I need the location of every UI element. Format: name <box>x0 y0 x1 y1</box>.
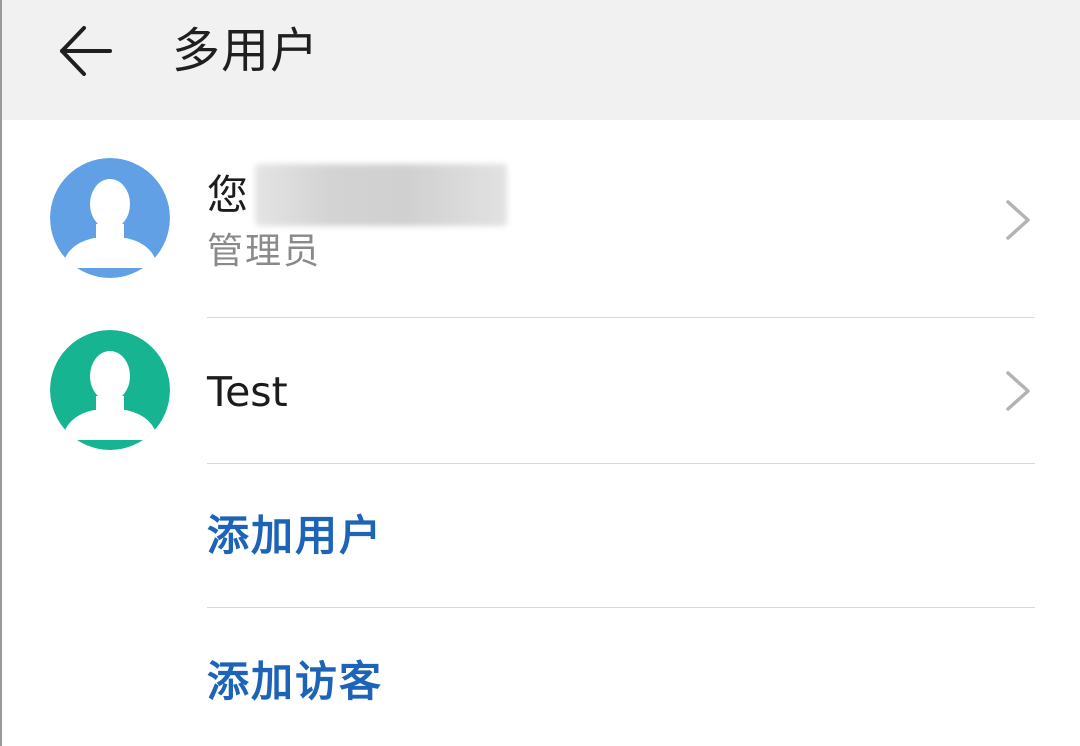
user-row-admin[interactable]: 您 管理员 <box>2 120 1080 318</box>
multi-user-screen: 多用户 您 管理员 Test 添加用户 添加访客 <box>0 0 1080 746</box>
user-silhouette-icon <box>50 330 170 450</box>
avatar <box>50 330 170 450</box>
add-user-button[interactable]: 添加用户 <box>207 508 383 564</box>
divider <box>207 607 1035 608</box>
chevron-right-icon <box>1000 369 1036 413</box>
user-row-test[interactable]: Test <box>2 318 1080 463</box>
chevron-right-icon <box>1000 198 1036 242</box>
page-title: 多用户 <box>172 23 320 79</box>
redacted-name-block <box>255 164 507 226</box>
back-arrow-icon <box>60 26 112 76</box>
user-name: 您 <box>207 171 248 219</box>
user-name: Test <box>207 368 288 416</box>
user-silhouette-icon <box>50 158 170 278</box>
user-role: 管理员 <box>207 231 322 272</box>
back-button[interactable] <box>52 18 118 84</box>
add-guest-button[interactable]: 添加访客 <box>207 654 383 710</box>
divider <box>207 463 1035 464</box>
avatar <box>50 158 170 278</box>
app-bar: 多用户 <box>2 0 1080 120</box>
